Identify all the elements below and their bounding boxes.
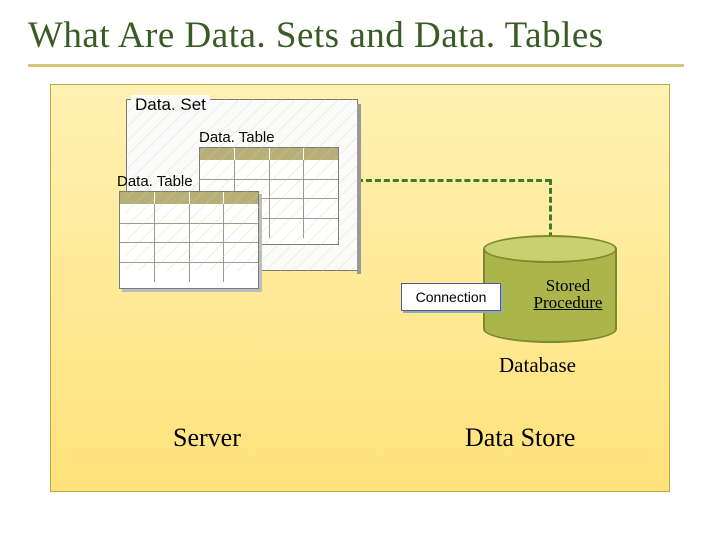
datatable-label-back: Data. Table	[199, 129, 275, 146]
datatable-label-front: Data. Table	[117, 173, 193, 190]
page-title: What Are Data. Sets and Data. Tables	[28, 14, 604, 57]
server-label: Server	[173, 423, 241, 453]
stored-procedure-label: Stored Procedure	[523, 277, 613, 311]
connector-horizontal	[357, 179, 551, 182]
dataset-label: Data. Set	[131, 95, 210, 115]
stored-procedure-line2: Procedure	[523, 294, 613, 311]
database-label: Database	[499, 353, 576, 378]
datatable-grid-front	[119, 191, 259, 289]
data-store-label: Data Store	[465, 423, 575, 453]
stored-procedure-line1: Stored	[523, 277, 613, 294]
diagram-panel: Data. Table Data. Table Data. Set Connec…	[50, 84, 670, 492]
title-underline	[28, 64, 684, 67]
connection-box: Connection	[401, 283, 501, 311]
